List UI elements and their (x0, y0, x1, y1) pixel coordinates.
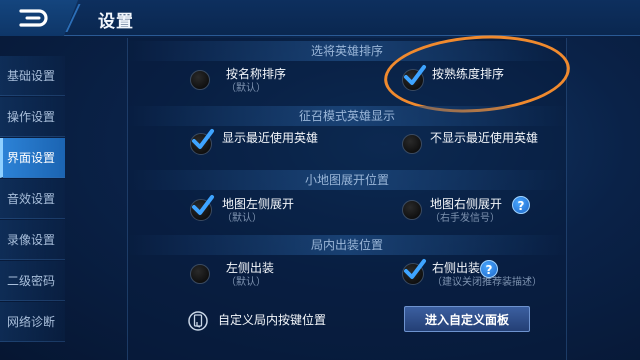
option-sublabel: （右手发信号） (430, 213, 500, 224)
sidebar-item-network-diagnosis[interactable]: 网络诊断 (0, 302, 65, 342)
page-title: 设置 (98, 12, 134, 32)
back-arrow-icon (19, 9, 48, 27)
checkmark-icon (404, 259, 426, 279)
option-label: 左侧出装 (226, 261, 275, 275)
checkmark-icon (192, 129, 214, 149)
option-sublabel: （默认） (222, 213, 262, 224)
sidebar-item-label: 操作设置 (7, 110, 56, 124)
checkbox-checked[interactable] (402, 259, 426, 285)
sidebar-item-label: 基础设置 (7, 69, 56, 83)
section-title-recruit-mode: 征召模式英雄显示 (127, 106, 567, 126)
sidebar-item-label: 音效设置 (7, 192, 56, 206)
radio-unchecked-icon[interactable] (402, 134, 422, 154)
option-equipment-right[interactable]: 右侧出装 （建议关闭推荐装描述） ? (402, 259, 542, 290)
option-label: 地图左侧展开 (222, 197, 295, 211)
option-label: 显示最近使用英雄 (222, 131, 319, 145)
option-show-recent-heroes[interactable]: 显示最近使用英雄 (190, 129, 319, 155)
sidebar-item-secondary-password[interactable]: 二级密码 (0, 261, 65, 301)
option-sublabel: （默认） (226, 83, 266, 94)
option-label: 地图右侧展开 (430, 197, 503, 211)
phone-touch-icon (188, 311, 208, 331)
radio-unchecked-icon[interactable] (402, 200, 422, 220)
checkbox-checked[interactable] (190, 129, 214, 155)
sidebar-item-label: 界面设置 (7, 151, 56, 165)
option-label: 按名称排序 (226, 67, 287, 81)
help-icon[interactable]: ? (480, 260, 498, 278)
option-minimap-left[interactable]: 地图左侧展开 （默认） (190, 195, 295, 226)
section-title-minimap: 小地图展开位置 (127, 170, 567, 190)
option-label: 不显示最近使用英雄 (430, 131, 539, 145)
checkmark-icon (192, 195, 214, 215)
option-hide-recent-heroes[interactable]: 不显示最近使用英雄 (402, 130, 538, 154)
radio-unchecked-icon[interactable] (190, 70, 210, 90)
custom-key-label: 自定义局内按键位置 (218, 313, 327, 327)
option-sublabel: （默认） (226, 277, 266, 288)
enter-custom-panel-button[interactable]: 进入自定义面板 (404, 306, 530, 332)
option-sublabel: （建议关闭推荐装描述） (432, 277, 542, 288)
option-sort-by-name[interactable]: 按名称排序 （默认） (190, 66, 286, 96)
sidebar-item-interface[interactable]: 界面设置 (0, 138, 65, 178)
radio-unchecked-icon[interactable] (190, 264, 210, 284)
sidebar-item-label: 录像设置 (7, 233, 56, 247)
help-icon[interactable]: ? (512, 196, 531, 214)
section-title-equipment: 局内出装位置 (127, 235, 567, 255)
checkbox-checked[interactable] (190, 195, 214, 221)
sidebar-item-basic[interactable]: 基础设置 (0, 56, 65, 96)
sidebar-item-controls[interactable]: 操作设置 (0, 97, 65, 137)
sidebar-item-replay[interactable]: 录像设置 (0, 220, 65, 260)
sidebar-item-sound[interactable]: 音效设置 (0, 179, 65, 219)
sidebar-item-label: 网络诊断 (7, 315, 56, 329)
option-minimap-right[interactable]: 地图右侧展开 （右手发信号） ? (402, 196, 531, 226)
custom-key-layout-row: 自定义局内按键位置 (188, 308, 326, 332)
sidebar-item-label: 二级密码 (7, 274, 56, 288)
top-bar: 设置 (0, 0, 640, 36)
sidebar: 基础设置 操作设置 界面设置 音效设置 录像设置 二级密码 网络诊断 (0, 56, 65, 343)
option-equipment-left[interactable]: 左侧出装 （默认） (190, 260, 274, 290)
